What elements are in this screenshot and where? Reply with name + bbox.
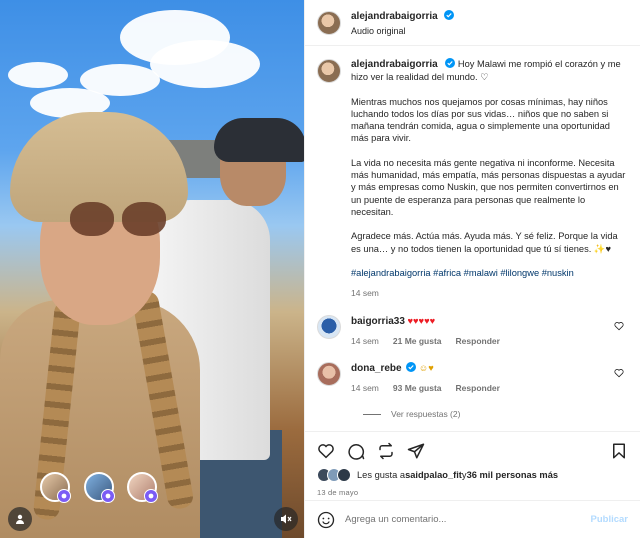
comment-username[interactable]: dona_rebe — [351, 363, 402, 374]
likes-summary[interactable]: Les gusta a saidpalao_fit y 36 mil perso… — [317, 468, 628, 482]
collab-avatar-2[interactable] — [84, 472, 115, 503]
share-icon[interactable] — [407, 442, 425, 460]
post-panel: alejandrabaigorria Audio original alejan… — [304, 0, 640, 538]
avatar[interactable] — [317, 362, 341, 387]
emoji-icon[interactable] — [317, 511, 335, 529]
tagged-users-button[interactable] — [8, 507, 32, 531]
header-username[interactable]: alejandrabaigorria — [351, 11, 438, 22]
caption-text-4: Agradece más. Actúa más. Ayuda más. Y sé… — [351, 231, 618, 254]
caption-text-2: Mientras muchos nos quejamos por cosas m… — [351, 96, 610, 144]
comments-scroll[interactable]: alejandrabaigorria Hoy Malawi me rompió … — [305, 46, 640, 431]
comment: dona_rebe ☺♥ 14 sem 93 Me gusta Responde… — [317, 362, 628, 393]
reply-button[interactable]: Responder — [456, 383, 500, 393]
muted-speaker-icon — [281, 514, 292, 524]
like-comment-heart-icon[interactable] — [614, 368, 624, 378]
add-comment-bar: Publicar — [305, 500, 640, 538]
caption-time[interactable]: 14 sem — [351, 287, 628, 299]
verified-badge-icon — [406, 362, 417, 373]
caption-text-3: La vida no necesita más gente negativa n… — [351, 157, 626, 217]
comment-input[interactable] — [345, 514, 591, 525]
divider — [363, 413, 381, 415]
man-cap — [214, 118, 304, 162]
liker-avatars — [317, 468, 351, 482]
mute-button[interactable] — [274, 507, 298, 531]
like-comment-heart-icon[interactable] — [614, 321, 624, 331]
post-date[interactable]: 13 de mayo — [317, 488, 628, 497]
view-replies-button[interactable]: Ver respuestas (2) — [363, 409, 628, 419]
comment-text: ♥♥♥♥♥ — [407, 316, 436, 327]
comment-text: ☺♥ — [418, 363, 434, 374]
audio-label[interactable]: Audio original — [351, 24, 454, 38]
sunglasses — [70, 202, 170, 238]
user-icon — [16, 514, 24, 524]
bookmark-icon[interactable] — [610, 442, 628, 460]
comment-username[interactable]: baigorria33 — [351, 316, 405, 327]
video-player[interactable] — [0, 0, 304, 538]
comment: baigorria33 ♥♥♥♥♥ 14 sem 21 Me gusta Res… — [317, 315, 628, 346]
repost-icon[interactable] — [377, 442, 395, 460]
comment-time[interactable]: 14 sem — [351, 383, 379, 393]
hashtags[interactable]: #alejandrabaigorria #africa #malawi #lil… — [351, 267, 628, 279]
post-actions: Les gusta a saidpalao_fit y 36 mil perso… — [305, 431, 640, 511]
comment-likes[interactable]: 93 Me gusta — [393, 383, 442, 393]
verified-badge-icon — [445, 58, 456, 68]
comment-likes[interactable]: 21 Me gusta — [393, 336, 442, 346]
collab-avatar-3[interactable] — [127, 472, 158, 503]
reply-button[interactable]: Responder — [456, 336, 500, 346]
caption: alejandrabaigorria Hoy Malawi me rompió … — [317, 58, 628, 299]
likes-user[interactable]: saidpalao_fit — [405, 470, 462, 480]
likes-others[interactable]: 36 mil personas más — [467, 470, 558, 480]
cloud — [150, 40, 260, 88]
avatar[interactable] — [317, 315, 341, 340]
avatar[interactable] — [317, 59, 341, 83]
comment-icon[interactable] — [347, 442, 365, 460]
collab-avatar-1[interactable] — [40, 472, 71, 503]
view-replies-label: Ver respuestas (2) — [391, 409, 461, 420]
comment-time[interactable]: 14 sem — [351, 336, 379, 346]
cloud — [8, 62, 68, 88]
verified-badge-icon — [444, 9, 455, 20]
avatar[interactable] — [317, 10, 341, 35]
publish-button[interactable]: Publicar — [591, 514, 629, 525]
caption-username[interactable]: alejandrabaigorria — [351, 59, 438, 70]
likes-prefix: Les gusta a — [357, 470, 406, 480]
post-header: alejandrabaigorria Audio original — [305, 0, 640, 46]
heart-icon[interactable] — [317, 442, 335, 460]
